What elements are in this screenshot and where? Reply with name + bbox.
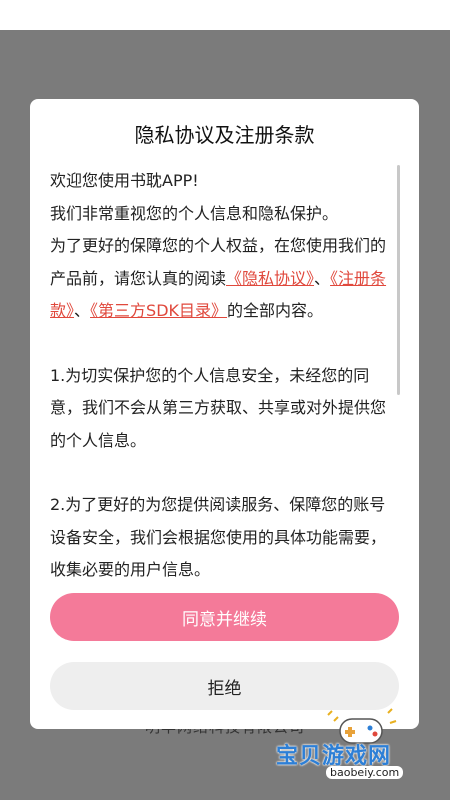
separator-text: 、 xyxy=(74,301,91,320)
agree-continue-button[interactable]: 同意并继续 xyxy=(50,593,399,641)
full-content-text: 的全部内容。 xyxy=(227,301,324,320)
clause-1-text: 1.为切实保护您的个人信息安全，未经您的同意，我们不会从第三方获取、共享或对外提… xyxy=(50,365,387,450)
scrollbar[interactable] xyxy=(397,165,400,395)
clause-2-text: 2.为了更好的为您提供阅读服务、保障您的账号设备安全，我们会根据您使用的具体功能… xyxy=(50,495,387,579)
dialog-title: 隐私协议及注册条款 xyxy=(134,123,315,147)
privacy-dialog: 隐私协议及注册条款 欢迎您使用书耽APP! 我们非常重视您的个人信息和隐私保护。… xyxy=(30,99,419,729)
watermark-url: baobeiy.com xyxy=(326,766,404,779)
welcome-text: 欢迎您使用书耽APP! xyxy=(50,171,199,190)
separator-text: 、 xyxy=(314,268,331,288)
dialog-content-scroll[interactable]: 欢迎您使用书耽APP! 我们非常重视您的个人信息和隐私保护。 为了更好的保障您的… xyxy=(50,165,395,665)
reject-button[interactable]: 拒绝 xyxy=(50,662,399,710)
sdk-list-link[interactable]: 《第三方SDK目录》 xyxy=(90,301,227,320)
privacy-importance-text: 我们非常重视您的个人信息和隐私保护。 xyxy=(50,203,339,223)
privacy-policy-link[interactable]: 《隐私协议》 xyxy=(226,269,314,288)
read-agreements-text: 为了更好的保障您的个人权益，在您使用我们的产品前，请您认真的阅读《隐私协议》、《… xyxy=(50,230,395,328)
status-bar xyxy=(0,0,450,30)
